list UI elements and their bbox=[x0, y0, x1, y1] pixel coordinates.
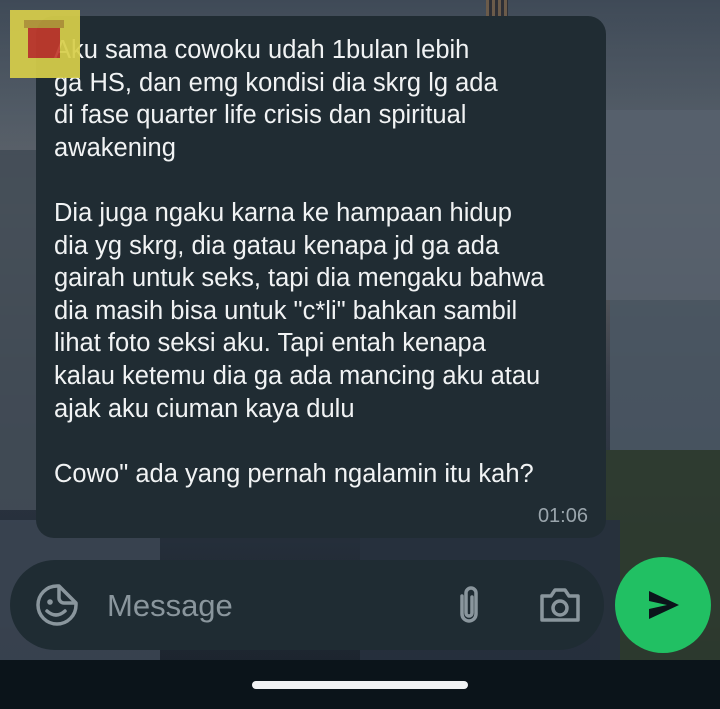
wallpaper-building bbox=[0, 150, 40, 510]
system-navigation-bar bbox=[0, 660, 720, 709]
overlay-sticker-bar bbox=[24, 20, 64, 28]
overlay-sticker-inner bbox=[28, 28, 60, 58]
wallpaper-building bbox=[600, 110, 720, 300]
message-composer bbox=[10, 560, 604, 650]
message-timestamp: 01:06 bbox=[537, 505, 588, 527]
paperclip-icon[interactable] bbox=[446, 582, 492, 628]
message-bubble[interactable]: Aku sama cowoku udah 1bulan lebih ga HS,… bbox=[36, 16, 606, 538]
overlay-sticker bbox=[10, 10, 80, 78]
camera-icon[interactable] bbox=[536, 582, 584, 628]
message-input[interactable] bbox=[105, 580, 429, 632]
sticker-emoji-icon[interactable] bbox=[34, 582, 80, 628]
wallpaper-building bbox=[610, 300, 720, 450]
message-text: Aku sama cowoku udah 1bulan lebih ga HS,… bbox=[54, 36, 545, 488]
send-button[interactable] bbox=[615, 557, 711, 653]
home-indicator[interactable] bbox=[252, 681, 468, 689]
